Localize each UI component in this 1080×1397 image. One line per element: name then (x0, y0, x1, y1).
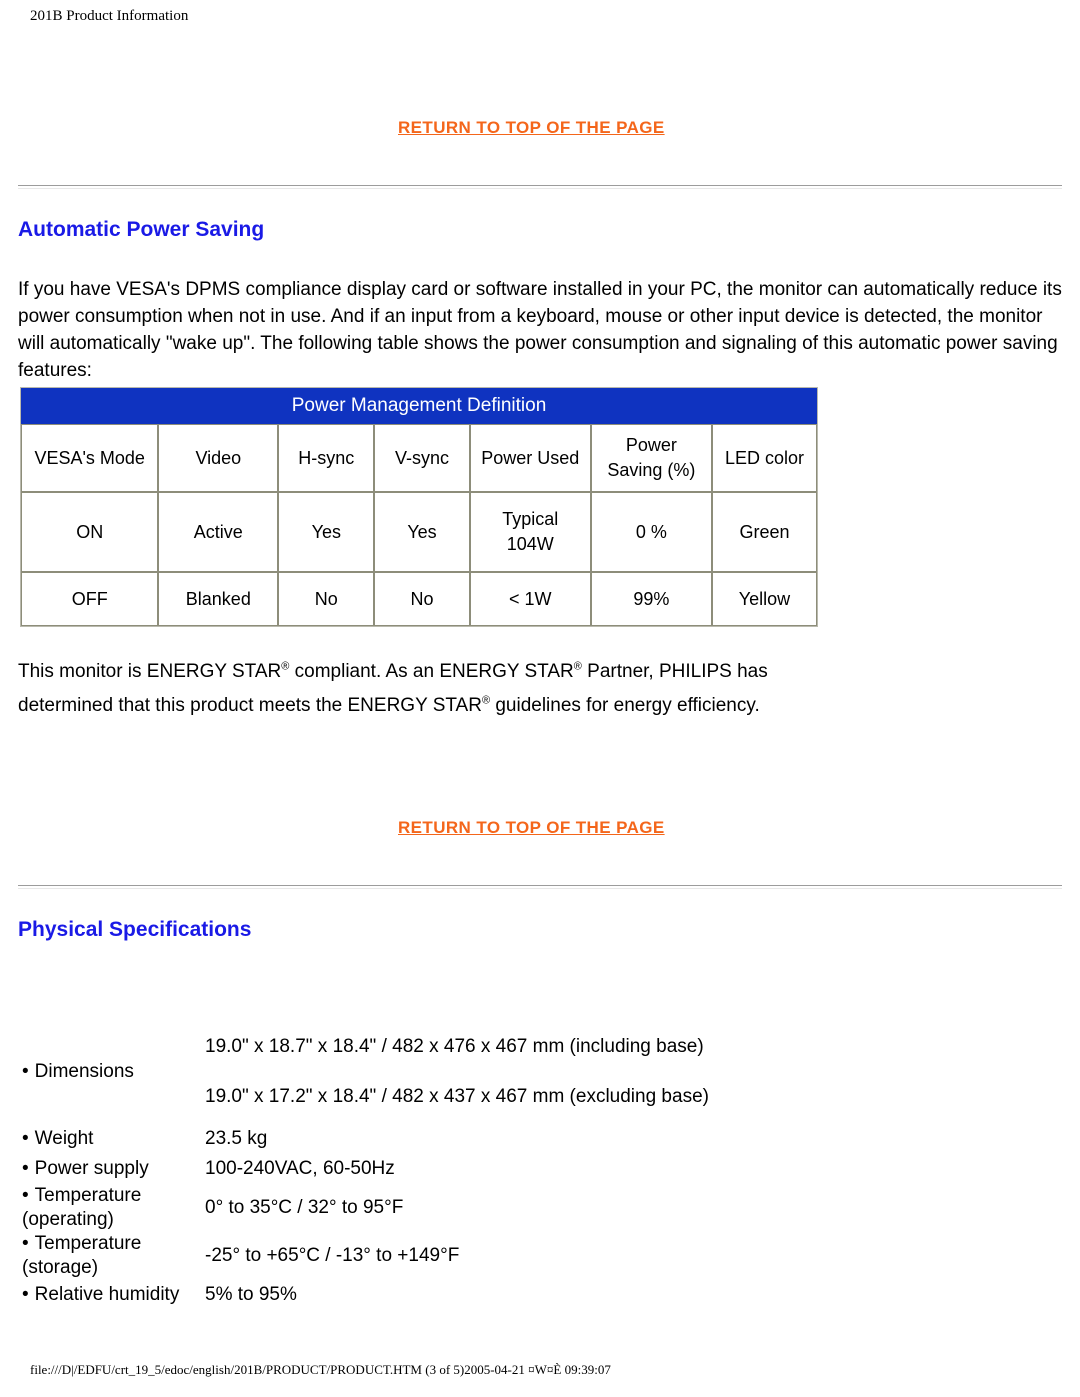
return-to-top-link-2[interactable]: RETURN TO TOP OF THE PAGE (398, 818, 665, 838)
list-item: • Temperature (storage) -25° to +65°C / -… (18, 1232, 778, 1280)
return-to-top-link-1[interactable]: RETURN TO TOP OF THE PAGE (398, 118, 665, 138)
running-head: 201B Product Information (30, 8, 189, 24)
energy-star-statement: This monitor is ENERGY STAR ® compliant. … (18, 655, 838, 723)
power-management-table: Power Management Definition VESA's Mode … (20, 387, 818, 627)
spec-label-power-supply-text: Power supply (34, 1158, 149, 1179)
bullet-icon: • (22, 1233, 29, 1254)
spec-label-power-supply: • Power supply (18, 1157, 205, 1181)
cell-video-off: Blanked (158, 572, 279, 626)
column-header-power-saving-line2: Saving (%) (607, 460, 696, 480)
spec-label-temperature-operating-line2: (operating) (22, 1209, 114, 1230)
energy-star-line1-part1: This monitor is ENERGY STAR (18, 661, 282, 682)
spec-label-temperature-storage-line1: Temperature (34, 1233, 142, 1254)
spec-label-weight: • Weight (18, 1127, 205, 1151)
physical-specifications-list: • Dimensions 19.0" x 18.7" x 18.4" / 482 … (18, 1020, 778, 1310)
cell-power-used-off: < 1W (469, 572, 591, 626)
list-item: • Temperature (operating) 0° to 35°C / 32… (18, 1184, 778, 1232)
registered-mark-icon: ® (573, 660, 582, 673)
page-title-automatic-power-saving: Automatic Power Saving (18, 218, 265, 241)
cell-power-used-on-line2: 104W (506, 534, 554, 554)
energy-star-line1-part3: Partner, PHILIPS has (581, 661, 768, 682)
bullet-icon: • (22, 1128, 29, 1149)
footer-file-path: file:///D|/EDFU/crt_19_5/edoc/english/20… (30, 1362, 611, 1377)
table-caption-row: Power Management Definition (21, 388, 817, 424)
spec-label-temperature-storage: • Temperature (storage) (18, 1232, 205, 1280)
column-header-h-sync: H-sync (278, 424, 375, 492)
column-header-led-color: LED color (711, 424, 817, 492)
bullet-icon: • (22, 1185, 29, 1206)
energy-star-line2-part1: determined that this product meets the E… (18, 695, 482, 716)
column-header-power-saving: Power Saving (%) (590, 424, 712, 492)
spec-label-temperature-storage-line2: (storage) (22, 1257, 99, 1278)
column-header-vesa-mode: VESA's Mode (21, 424, 159, 492)
table-row: ON Active Yes Yes Typical 104W 0 % Green (21, 492, 817, 572)
spec-value-dimensions: 19.0" x 18.7" x 18.4" / 482 x 476 x 467 … (205, 1035, 778, 1109)
cell-mode-on: ON (21, 492, 159, 572)
cell-vsync-off: No (374, 572, 470, 626)
bullet-icon: • (22, 1284, 29, 1305)
cell-hsync-off: No (278, 572, 375, 626)
cell-power-used-on-line1: Typical (502, 509, 559, 529)
column-header-power-saving-line1: Power (625, 435, 677, 455)
automatic-power-saving-intro-text: If you have VESA's DPMS compliance displ… (18, 279, 1062, 381)
section-divider-1 (18, 185, 1062, 189)
spec-label-temperature-operating: • Temperature (operating) (18, 1184, 205, 1232)
section-divider-2 (18, 885, 1062, 889)
spec-label-temperature-operating-line1: Temperature (34, 1185, 142, 1206)
spec-label-dimensions-text: Dimensions (34, 1061, 134, 1082)
spec-value-dimensions-line2: 19.0" x 17.2" x 18.4" / 482 x 437 x 467 … (205, 1086, 709, 1107)
spec-value-power-supply: 100-240VAC, 60-50Hz (205, 1158, 395, 1179)
spec-label-relative-humidity-text: Relative humidity (34, 1284, 180, 1305)
page-title-physical-specifications: Physical Specifications (18, 918, 252, 941)
spec-label-weight-text: Weight (34, 1128, 94, 1149)
energy-star-line2-part2: guidelines for energy efficiency. (490, 695, 760, 716)
spec-label-relative-humidity: • Relative humidity (18, 1283, 205, 1307)
cell-video-on: Active (158, 492, 279, 572)
list-item: • Power supply 100-240VAC, 60-50Hz (18, 1154, 778, 1184)
spec-value-temperature-storage: -25° to +65°C / -13° to +149°F (205, 1245, 460, 1266)
column-header-v-sync: V-sync (374, 424, 470, 492)
registered-mark-icon: ® (481, 694, 491, 707)
power-management-table-caption: Power Management Definition (21, 388, 817, 424)
list-item: • Weight 23.5 kg (18, 1124, 778, 1154)
spec-value-dimensions-line1: 19.0" x 18.7" x 18.4" / 482 x 476 x 467 … (205, 1036, 704, 1057)
column-header-video: Video (158, 424, 279, 492)
cell-vsync-on: Yes (374, 492, 470, 572)
column-header-power-used: Power Used (469, 424, 591, 492)
cell-led-color-off: Yellow (711, 572, 817, 626)
cell-power-saving-on: 0 % (590, 492, 712, 572)
bullet-icon: • (22, 1061, 29, 1082)
cell-led-color-on: Green (711, 492, 817, 572)
spec-value-weight: 23.5 kg (205, 1128, 268, 1149)
energy-star-line1-part2: compliant. As an ENERGY STAR (289, 661, 574, 682)
cell-mode-off: OFF (21, 572, 159, 626)
list-item: • Relative humidity 5% to 95% (18, 1280, 778, 1310)
spec-label-dimensions: • Dimensions (18, 1060, 205, 1084)
cell-power-used-on: Typical 104W (469, 492, 591, 572)
spec-value-temperature-operating: 0° to 35°C / 32° to 95°F (205, 1197, 404, 1218)
cell-hsync-on: Yes (278, 492, 375, 572)
table-row: OFF Blanked No No < 1W 99% Yellow (21, 572, 817, 626)
spec-value-relative-humidity: 5% to 95% (205, 1284, 297, 1305)
list-item: • Dimensions 19.0" x 18.7" x 18.4" / 482 … (18, 1020, 778, 1124)
cell-power-saving-off: 99% (590, 572, 712, 626)
bullet-icon: • (22, 1158, 29, 1179)
table-header-row: VESA's Mode Video H-sync V-sync Power Us… (21, 424, 817, 492)
